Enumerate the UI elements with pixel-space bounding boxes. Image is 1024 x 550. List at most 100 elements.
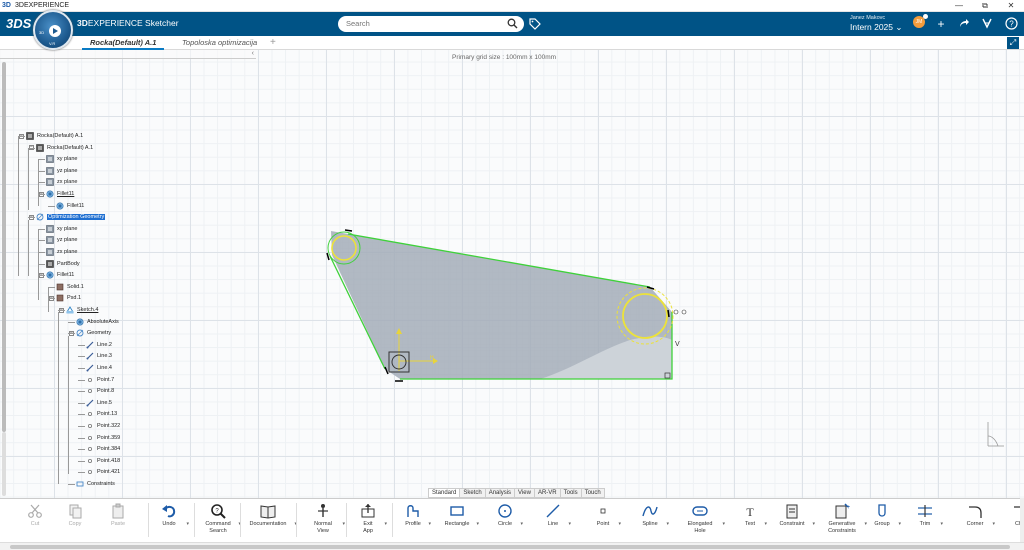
book-button[interactable]: Documentation▾ — [244, 501, 297, 539]
sketch-geometry[interactable]: V H — [0, 50, 1024, 498]
search-input[interactable] — [346, 19, 506, 28]
tree-node[interactable]: Point.421 — [86, 467, 120, 477]
horizontal-scrollbar[interactable] — [0, 542, 1024, 550]
fullscreen-icon[interactable]: ⤢ — [1007, 37, 1019, 49]
3ds-logo[interactable]: 3DS — [6, 16, 31, 31]
share-icon[interactable] — [957, 17, 971, 31]
circle-button[interactable]: Circle ▾ — [492, 501, 523, 539]
tree-node[interactable]: Optimization Geometry — [36, 212, 106, 222]
collab-space[interactable]: Intern 2025 ⌄ — [850, 22, 910, 33]
tab-view[interactable]: View — [515, 489, 535, 497]
tree-node[interactable]: Point.8 — [86, 386, 114, 396]
restore-button[interactable]: ⧉ — [972, 0, 998, 12]
minimize-button[interactable]: — — [946, 0, 972, 12]
tree-node[interactable]: yz plane — [46, 166, 78, 176]
tab-touch[interactable]: Touch — [582, 489, 604, 497]
dropdown-arrow-icon[interactable]: ▾ — [618, 521, 621, 527]
play-icon[interactable] — [49, 25, 61, 37]
point-button[interactable]: Point ▾ — [590, 501, 621, 539]
compass-widget[interactable]: 3D V.R — [33, 10, 73, 50]
dropdown-arrow-icon[interactable]: ▾ — [342, 521, 345, 527]
generative-constraints-button[interactable]: + Generative Constraints ▾ — [822, 501, 867, 539]
tree-node[interactable]: Point.384 — [86, 444, 120, 454]
normal-view-button[interactable]: Normal View ▾ — [306, 501, 345, 539]
tab-rocka[interactable]: Rocka(Default) A.1 — [82, 36, 165, 50]
tree-node[interactable]: Rocka(Default) A.1 — [36, 143, 93, 153]
action-bar-scroll[interactable] — [1020, 498, 1024, 542]
tree-node[interactable]: Line.2 — [86, 340, 112, 350]
tag-icon[interactable] — [528, 17, 541, 32]
dropdown-arrow-icon[interactable]: ▾ — [764, 521, 767, 527]
tree-node[interactable]: yz plane — [46, 235, 78, 245]
dropdown-arrow-icon[interactable]: ▾ — [476, 521, 479, 527]
tree-node[interactable]: zx plane — [46, 177, 78, 187]
tab-sketch[interactable]: Sketch — [460, 489, 486, 497]
dropdown-arrow-icon[interactable]: ▾ — [666, 521, 669, 527]
command-search-button[interactable]: ?Command Search▾ — [200, 501, 241, 539]
help-icon[interactable]: ? — [1004, 17, 1018, 31]
dropdown-arrow-icon[interactable]: ▾ — [568, 521, 571, 527]
trim-button[interactable]: Trim ▾ — [912, 501, 943, 539]
dropdown-arrow-icon[interactable]: ▾ — [384, 521, 387, 527]
dropdown-arrow-icon[interactable]: ▾ — [992, 521, 995, 527]
tree-node[interactable]: Line.3 — [86, 351, 112, 361]
scrollbar-thumb[interactable] — [10, 545, 1010, 549]
tab-tools[interactable]: Tools — [561, 489, 582, 497]
tree-node[interactable]: Point.322 — [86, 421, 120, 431]
tree-node[interactable]: Fillet11 — [56, 201, 84, 211]
tree-node[interactable]: Point.418 — [86, 456, 120, 466]
corner-button[interactable]: Corner ▾ — [960, 501, 995, 539]
tree-node[interactable]: xy plane — [46, 224, 78, 234]
elongated-hole-button[interactable]: Elongated Hole ▾ — [680, 501, 725, 539]
point-mark[interactable] — [673, 309, 679, 315]
copy-button[interactable]: Copy — [60, 501, 90, 539]
tab-analysis[interactable]: Analysis — [486, 489, 516, 497]
spline-button[interactable]: Spline ▾ — [636, 501, 669, 539]
constraint-button[interactable]: Constraint ▾ — [774, 501, 815, 539]
dropdown-arrow-icon[interactable]: ▾ — [940, 521, 943, 527]
line-button[interactable]: Line ▾ — [540, 501, 571, 539]
tree-node[interactable]: Point.13 — [86, 409, 117, 419]
tree-node[interactable]: Rocka(Default) A.1 — [26, 131, 83, 141]
tab-topoloska[interactable]: Topoloska optimizacija — [174, 36, 265, 50]
undo-button[interactable]: Undo ▾ — [154, 501, 189, 539]
dropdown-arrow-icon[interactable]: ▾ — [428, 521, 431, 527]
rectangle-button[interactable]: Rectangle ▾ — [440, 501, 479, 539]
profile-button[interactable]: Profile ▾ — [400, 501, 431, 539]
tree-node[interactable]: Fillet11 — [46, 189, 74, 199]
dropdown-arrow-icon[interactable]: ▾ — [864, 521, 867, 527]
dropdown-arrow-icon[interactable]: ▾ — [520, 521, 523, 527]
tree-node[interactable]: AbsoluteAxis — [76, 317, 119, 327]
dropdown-arrow-icon[interactable]: ▾ — [186, 521, 189, 527]
tree-node[interactable]: Psd.1 — [56, 293, 81, 303]
compass-apps-icon[interactable] — [980, 17, 994, 31]
tree-node[interactable]: xy plane — [46, 154, 78, 164]
tree-node[interactable]: PartBody — [46, 259, 80, 269]
text-button[interactable]: T Text ▾ — [738, 501, 767, 539]
search-box[interactable] — [338, 16, 524, 32]
tree-node[interactable]: zx plane — [46, 247, 78, 257]
tree-node[interactable]: Line.5 — [86, 398, 112, 408]
close-button[interactable]: ✕ — [998, 0, 1024, 12]
add-icon[interactable]: + — [934, 17, 948, 31]
tree-node[interactable]: Geometry — [76, 328, 111, 338]
tab-ar-vr[interactable]: AR-VR — [535, 489, 561, 497]
group-button[interactable]: Group ▾ — [868, 501, 901, 539]
dropdown-arrow-icon[interactable]: ▾ — [722, 521, 725, 527]
tab-standard[interactable]: Standard — [429, 489, 461, 497]
exit-button[interactable]: Exit App ▾ — [354, 501, 387, 539]
tree-node[interactable]: Sketch.4 — [66, 305, 98, 315]
tree-node[interactable]: Solid.1 — [56, 282, 84, 292]
search-icon[interactable] — [507, 18, 518, 31]
tree-node[interactable]: Point.359 — [86, 433, 120, 443]
add-tab-button[interactable]: + — [270, 36, 276, 50]
paste-button[interactable]: Paste — [102, 501, 134, 539]
dropdown-arrow-icon[interactable]: ▾ — [812, 521, 815, 527]
tree-node[interactable]: Constraints — [76, 479, 115, 489]
point-mark[interactable] — [681, 309, 687, 315]
tree-node[interactable]: Point.7 — [86, 375, 114, 385]
user-info[interactable]: Janez Makovc Intern 2025 ⌄ — [850, 15, 910, 33]
tree-node[interactable]: Fillet11 — [46, 270, 74, 280]
dropdown-arrow-icon[interactable]: ▾ — [898, 521, 901, 527]
avatar[interactable]: JM — [913, 14, 928, 28]
